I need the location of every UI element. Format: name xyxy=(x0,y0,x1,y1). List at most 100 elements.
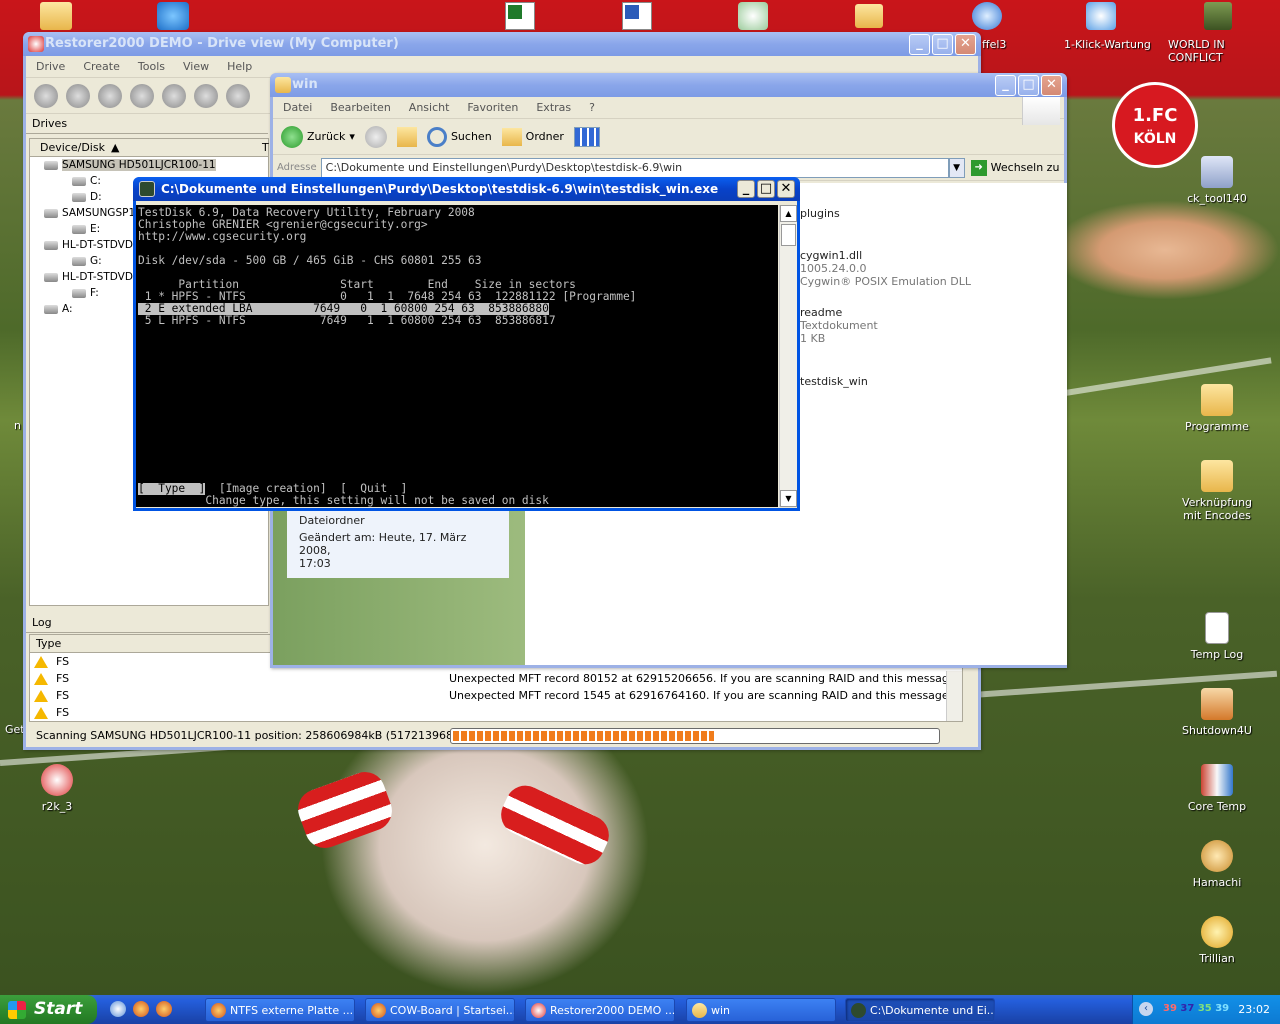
media-player-icon[interactable] xyxy=(972,2,1002,30)
taskbar-button[interactable]: Restorer2000 DEMO ... xyxy=(525,998,675,1022)
folders-button[interactable]: Ordner xyxy=(501,127,564,146)
drives-column-header[interactable]: Device/Disk ▲ T xyxy=(30,139,269,157)
console-titlebar[interactable]: C:\Dokumente und Einstellungen\Purdy\Des… xyxy=(133,177,800,201)
column-log-type[interactable]: Type xyxy=(36,637,61,650)
file-item[interactable]: plugins xyxy=(800,207,840,220)
show-desktop-icon[interactable] xyxy=(110,1001,126,1017)
minimize-button[interactable]: _ xyxy=(995,75,1016,96)
refresh-icon[interactable] xyxy=(34,83,58,108)
desktop-icon-encodes[interactable]: Verknüpfung mit Encodes xyxy=(1172,460,1262,522)
recycle-bin-icon[interactable] xyxy=(738,2,768,30)
copy-icon[interactable] xyxy=(66,83,90,108)
open-icon[interactable] xyxy=(162,83,186,108)
column-type[interactable]: T xyxy=(262,139,269,157)
maximize-button[interactable]: □ xyxy=(1018,75,1039,96)
menu-help[interactable]: Help xyxy=(227,60,252,73)
file-item[interactable]: testdisk_win xyxy=(800,375,868,388)
scroll-up-icon[interactable]: ▲ xyxy=(780,205,797,222)
views-icon[interactable] xyxy=(573,126,600,147)
log-row[interactable]: FS xyxy=(30,704,962,721)
desktop-icon-programme[interactable]: Programme xyxy=(1172,384,1262,433)
desktop-icon-label[interactable]: 1-Klick-Wartung xyxy=(1064,38,1151,51)
scan-icon[interactable] xyxy=(130,83,154,108)
menu-create[interactable]: Create xyxy=(83,60,120,73)
desktop-icon-trillian[interactable]: Trillian xyxy=(1172,916,1262,965)
close-button[interactable]: ✕ xyxy=(955,34,976,55)
drive-icon[interactable] xyxy=(194,83,218,108)
wartung-icon[interactable] xyxy=(1086,2,1116,30)
file-name: testdisk_win xyxy=(800,375,868,388)
go-button[interactable]: ➜ Wechseln zu xyxy=(970,159,1059,176)
desktop-icon-core-temp[interactable]: Core Temp xyxy=(1172,764,1262,813)
maximize-button[interactable]: □ xyxy=(757,180,775,198)
desktop-icon-label[interactable]: WORLD IN CONFLICT xyxy=(1168,38,1280,64)
console-output[interactable]: TestDisk 6.9, Data Recovery Utility, Feb… xyxy=(136,205,778,507)
firefox-icon[interactable] xyxy=(133,1001,149,1017)
start-button[interactable]: Start xyxy=(0,995,97,1024)
console-scrollbar[interactable]: ▲ ▼ xyxy=(779,205,797,507)
taskbar-button[interactable]: COW-Board | Startsei... xyxy=(365,998,515,1022)
folder-up-icon[interactable] xyxy=(396,126,417,147)
maximize-button[interactable]: □ xyxy=(932,34,953,55)
menu-view[interactable]: View xyxy=(183,60,209,73)
log-row[interactable]: FS Unexpected MFT record 1545 at 62916764… xyxy=(30,687,962,704)
address-input[interactable]: C:\Dokumente und Einstellungen\Purdy\Des… xyxy=(320,157,949,178)
desktop-icon-label[interactable]: Get xyxy=(5,723,25,736)
scroll-thumb[interactable] xyxy=(781,224,796,246)
log-row[interactable]: FS Unexpected MFT record 80152 at 6291520… xyxy=(30,670,962,687)
minimize-button[interactable]: _ xyxy=(737,180,755,198)
menu-extras[interactable]: Extras xyxy=(536,101,571,114)
file-item[interactable]: readme Textdokument 1 KB xyxy=(800,306,878,345)
menu-ansicht[interactable]: Ansicht xyxy=(409,101,450,114)
tray-expand-icon[interactable]: ‹ xyxy=(1139,1002,1153,1016)
taskbar-button[interactable]: win xyxy=(686,998,836,1022)
console-app-icon xyxy=(139,181,155,197)
word-file-icon[interactable] xyxy=(622,2,652,30)
stop-icon[interactable] xyxy=(98,83,122,108)
network-icon[interactable] xyxy=(157,2,189,30)
menu-drive[interactable]: Drive xyxy=(36,60,65,73)
volume-icon xyxy=(72,256,86,266)
back-button[interactable]: Zurück ▾ xyxy=(281,125,355,148)
firefox-icon[interactable] xyxy=(156,1001,172,1017)
excel-file-icon[interactable] xyxy=(505,2,535,30)
column-device[interactable]: Device/Disk xyxy=(40,141,105,154)
tree-item[interactable]: SAMSUNG HD501LJCR100-11 xyxy=(30,157,268,173)
scroll-down-icon[interactable]: ▼ xyxy=(780,490,797,507)
file-name: plugins xyxy=(800,207,840,220)
game-icon[interactable] xyxy=(1204,2,1232,30)
minimize-button[interactable]: _ xyxy=(909,34,930,55)
desktop-icon-label[interactable]: ffel3 xyxy=(982,38,1006,51)
address-dropdown-icon[interactable]: ▼ xyxy=(948,157,965,178)
desktop-icon-ck-tool[interactable]: ck_tool140 xyxy=(1172,156,1262,205)
menu-datei[interactable]: Datei xyxy=(283,101,312,114)
close-button[interactable]: ✕ xyxy=(777,180,795,198)
forward-arrow-icon[interactable] xyxy=(364,125,387,148)
window-title: Restorer2000 DEMO - Drive view (My Compu… xyxy=(45,36,399,51)
taskbar-button[interactable]: C:\Dokumente und Ei... xyxy=(845,998,995,1022)
desktop-icon-label[interactable]: n xyxy=(14,419,21,432)
file-item[interactable]: cygwin1.dll 1005.24.0.0 Cygwin® POSIX Emul… xyxy=(800,249,971,288)
folder-icon[interactable] xyxy=(855,4,883,28)
desktop-icon-shutdown[interactable]: Shutdown4U xyxy=(1172,688,1262,737)
desktop-icon-hamachi[interactable]: Hamachi xyxy=(1172,840,1262,889)
folder-shortcut-icon xyxy=(1201,460,1233,492)
menu-tools[interactable]: Tools xyxy=(138,60,165,73)
explorer-titlebar[interactable]: win _ □ ✕ xyxy=(270,73,1067,97)
clock[interactable]: 23:02 xyxy=(1238,1003,1270,1016)
cancel-icon[interactable] xyxy=(226,83,250,108)
menu-favoriten[interactable]: Favoriten xyxy=(467,101,518,114)
folder-icon[interactable] xyxy=(40,2,72,30)
folders-icon xyxy=(501,127,522,146)
log-scrollbar[interactable] xyxy=(946,671,962,721)
text-file-icon xyxy=(1205,612,1229,644)
menu-help[interactable]: ? xyxy=(589,101,595,114)
testdisk-console-window[interactable]: C:\Dokumente und Einstellungen\Purdy\Des… xyxy=(133,177,800,511)
menu-bearbeiten[interactable]: Bearbeiten xyxy=(330,101,390,114)
close-button[interactable]: ✕ xyxy=(1041,75,1062,96)
desktop-icon-temp-log[interactable]: Temp Log xyxy=(1172,612,1262,661)
desktop-icon-r2k[interactable]: r2k_3 xyxy=(12,764,102,813)
search-button[interactable]: Suchen xyxy=(426,126,492,147)
restorer-titlebar[interactable]: Restorer2000 DEMO - Drive view (My Compu… xyxy=(23,32,981,56)
taskbar-button[interactable]: NTFS externe Platte ... xyxy=(205,998,355,1022)
